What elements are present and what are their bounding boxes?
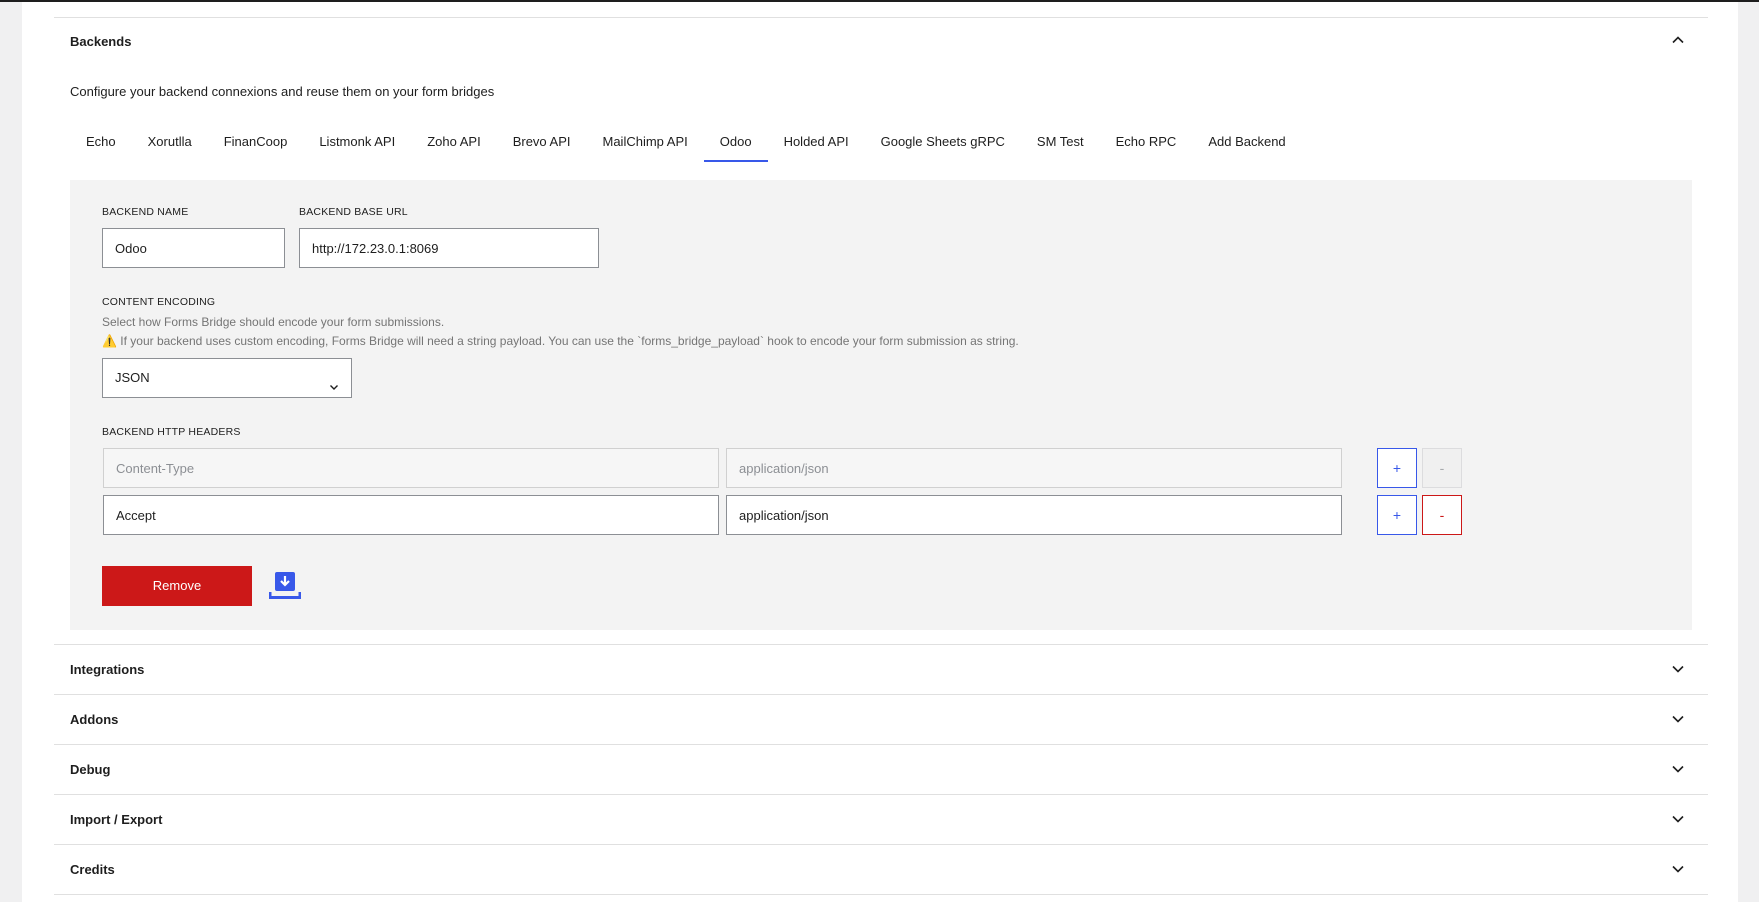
backend-name-label: BACKEND NAME xyxy=(102,206,189,218)
divider xyxy=(54,844,1708,845)
section-title-addons[interactable]: Addons xyxy=(70,712,118,727)
tab-listmonk-api[interactable]: Listmonk API xyxy=(303,126,411,162)
section-title-backends[interactable]: Backends xyxy=(70,34,131,49)
remove-header-button[interactable]: - xyxy=(1422,495,1462,535)
divider xyxy=(54,644,1708,645)
tab-financoop[interactable]: FinanCoop xyxy=(208,126,304,162)
backend-card: BACKEND NAME BACKEND BASE URL CONTENT EN… xyxy=(70,180,1692,630)
backend-tabs: Echo Xorutlla FinanCoop Listmonk API Zoh… xyxy=(70,126,1302,162)
content-encoding-select[interactable]: JSON xyxy=(102,358,352,398)
tab-odoo[interactable]: Odoo xyxy=(703,126,768,162)
tab-google-sheets-grpc[interactable]: Google Sheets gRPC xyxy=(865,126,1021,162)
divider xyxy=(54,694,1708,695)
divider xyxy=(54,794,1708,795)
chevron-down-icon[interactable] xyxy=(1668,709,1688,729)
tab-echo-rpc[interactable]: Echo RPC xyxy=(1100,126,1193,162)
tab-sm-test[interactable]: SM Test xyxy=(1021,126,1100,162)
tab-echo[interactable]: Echo xyxy=(70,126,132,162)
divider xyxy=(54,894,1708,895)
section-title-credits[interactable]: Credits xyxy=(70,862,115,877)
backend-base-url-label: BACKEND BASE URL xyxy=(299,206,408,218)
section-title-debug[interactable]: Debug xyxy=(70,762,110,777)
section-title-import-export[interactable]: Import / Export xyxy=(70,812,162,827)
tab-add-backend[interactable]: Add Backend xyxy=(1192,126,1301,162)
backend-name-input[interactable] xyxy=(102,228,285,268)
http-headers-label: BACKEND HTTP HEADERS xyxy=(102,426,241,438)
chevron-down-icon xyxy=(327,371,341,390)
remove-backend-button[interactable]: Remove xyxy=(102,566,252,606)
chevron-down-icon[interactable] xyxy=(1668,659,1688,679)
tab-zoho-api[interactable]: Zoho API xyxy=(411,126,496,162)
remove-header-button: - xyxy=(1422,448,1462,488)
backends-description: Configure your backend connexions and re… xyxy=(70,84,495,99)
chevron-down-icon[interactable] xyxy=(1668,809,1688,829)
chevron-down-icon[interactable] xyxy=(1668,759,1688,779)
header-name-input[interactable] xyxy=(103,495,719,535)
header-name-input xyxy=(103,448,719,488)
chevron-up-icon[interactable] xyxy=(1668,30,1688,50)
content-encoding-label: CONTENT ENCODING xyxy=(102,296,216,308)
tab-brevo-api[interactable]: Brevo API xyxy=(497,126,587,162)
chevron-down-icon[interactable] xyxy=(1668,859,1688,879)
divider xyxy=(54,744,1708,745)
tab-mailchimp-api[interactable]: MailChimp API xyxy=(587,126,704,162)
content-encoding-warning: ⚠️ If your backend uses custom encoding,… xyxy=(102,334,1019,348)
content-encoding-value: JSON xyxy=(115,370,150,385)
header-value-input[interactable] xyxy=(726,495,1342,535)
divider xyxy=(54,17,1708,18)
section-title-integrations[interactable]: Integrations xyxy=(70,662,144,677)
add-header-button[interactable]: + xyxy=(1377,495,1417,535)
backend-base-url-input[interactable] xyxy=(299,228,599,268)
content-encoding-help: Select how Forms Bridge should encode yo… xyxy=(102,315,445,329)
add-header-button[interactable]: + xyxy=(1377,448,1417,488)
settings-panel: Backends Configure your backend connexio… xyxy=(22,2,1738,902)
download-icon[interactable] xyxy=(268,570,302,602)
tab-xorutlla[interactable]: Xorutlla xyxy=(132,126,208,162)
header-value-input xyxy=(726,448,1342,488)
tab-holded-api[interactable]: Holded API xyxy=(768,126,865,162)
